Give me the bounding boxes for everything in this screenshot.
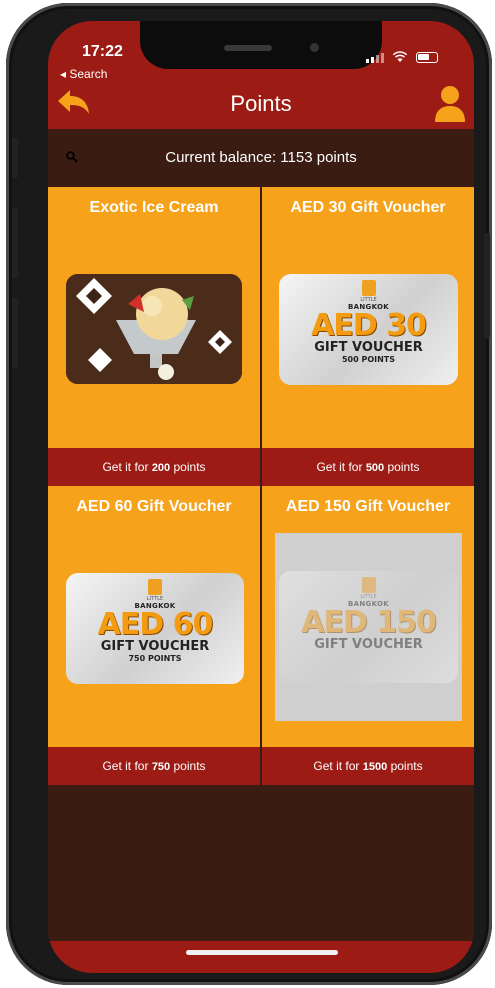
footer-prefix: Get it for <box>313 759 363 773</box>
ice-cream-image <box>66 274 242 384</box>
footer-suffix: points <box>170 460 206 474</box>
redeem-button[interactable]: Get it for 750 points <box>48 747 260 785</box>
reward-card-aed30[interactable]: AED 30 Gift Voucher LITTLE BANGKOK AED 3… <box>262 187 474 486</box>
page-title: Points <box>230 91 292 116</box>
aed150-voucher-image: LITTLE BANGKOK AED 150 GIFT VOUCHER <box>279 571 458 683</box>
status-time: 17:22 <box>82 43 123 60</box>
aed60-voucher-image: LITTLE BANGKOK AED 60 GIFT VOUCHER 750 P… <box>66 573 244 684</box>
signal-icon <box>366 53 384 63</box>
reward-points: 500 <box>365 462 385 474</box>
locked-reward-overlay: LITTLE BANGKOK AED 150 GIFT VOUCHER <box>275 533 462 721</box>
footer-prefix: Get it for <box>102 759 152 773</box>
volume-down-button <box>12 298 18 368</box>
footer-prefix: Get it for <box>102 460 152 474</box>
reward-points: 200 <box>151 462 171 474</box>
balance-bar: Current balance: 1153 points <box>48 129 474 187</box>
brand-logo <box>361 577 376 593</box>
front-camera <box>310 43 319 52</box>
user-profile-icon[interactable] <box>434 85 466 123</box>
notch <box>140 21 382 69</box>
reward-title: AED 30 Gift Voucher <box>290 199 446 216</box>
home-indicator[interactable] <box>186 950 338 955</box>
reward-points: 1500 <box>362 761 388 773</box>
aed30-voucher-image: LITTLE BANGKOK AED 30 GIFT VOUCHER 500 P… <box>279 274 458 385</box>
voucher-amount: AED 30 <box>311 308 427 343</box>
redeem-button[interactable]: Get it for 1500 points <box>262 747 474 785</box>
app-header: 17:22 ◂ Search Points <box>48 21 474 129</box>
current-balance: Current balance: 1153 points <box>165 149 357 166</box>
redeem-button[interactable]: Get it for 500 points <box>262 448 474 486</box>
reward-card-aed150[interactable]: AED 150 Gift Voucher LITTLE BANGKOK AED … <box>262 486 474 785</box>
footer-suffix: points <box>384 460 420 474</box>
reward-title: AED 150 Gift Voucher <box>285 498 451 515</box>
reward-card-ice-cream[interactable]: Exotic Ice Cream Get it for 200 points <box>48 187 260 486</box>
battery-icon <box>416 52 438 63</box>
back-to-search-link[interactable]: ◂ Search <box>60 67 107 81</box>
voucher-gift-label: GIFT VOUCHER <box>314 637 423 652</box>
reward-card-aed60[interactable]: AED 60 Gift Voucher LITTLE BANGKOK AED 6… <box>48 486 260 785</box>
voucher-amount: AED 150 <box>301 605 437 640</box>
wifi-icon <box>392 51 408 62</box>
reward-points: 750 <box>151 761 171 773</box>
reward-title: AED 60 Gift Voucher <box>76 498 232 515</box>
footer-suffix: points <box>170 759 206 773</box>
reward-title: Exotic Ice Cream <box>89 199 219 216</box>
mute-switch <box>12 138 18 178</box>
voucher-gift-label: GIFT VOUCHER <box>314 340 423 355</box>
phone-frame: 17:22 ◂ Search Points Current balance: 1… <box>6 3 492 985</box>
voucher-amount: AED 60 <box>97 607 214 642</box>
redeem-button[interactable]: Get it for 200 points <box>48 448 260 486</box>
volume-up-button <box>12 208 18 278</box>
voucher-points: 500 POINTS <box>341 355 396 364</box>
footer-prefix: Get it for <box>316 460 366 474</box>
power-button <box>484 233 490 338</box>
voucher-gift-label: GIFT VOUCHER <box>100 639 210 654</box>
brand-logo <box>148 579 162 595</box>
footer-suffix: points <box>387 759 423 773</box>
bottom-bar <box>48 941 474 973</box>
voucher-points: 750 POINTS <box>128 654 182 663</box>
brand-logo <box>361 280 376 296</box>
app-screen: 17:22 ◂ Search Points Current balance: 1… <box>48 21 474 973</box>
speaker-grille <box>224 45 272 51</box>
status-icons <box>366 51 438 63</box>
